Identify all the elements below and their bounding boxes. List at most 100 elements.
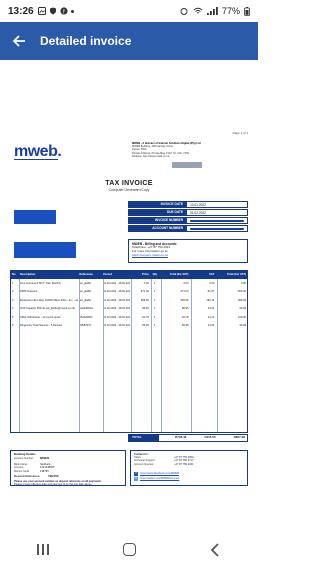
cell-totv: 99.99: [239, 324, 247, 328]
table-row: 1 Free Instrument 50 P. Trial. Monthly a/c…: [11, 279, 247, 288]
recents-icon: [37, 544, 49, 555]
banking-row: Branch Code 198765: [14, 470, 122, 473]
cell-tot: 94.78: [182, 315, 189, 319]
recents-button[interactable]: [23, 535, 63, 565]
cell-desc: Office Wifi Router - 12 month quote: [19, 315, 61, 319]
cell-vat: 13.04: [207, 324, 215, 328]
facebook-icon: f: [59, 7, 68, 15]
wifi-icon: [193, 7, 203, 14]
contact-row: Account Queries: +27 87 750 2021: [134, 463, 244, 466]
battery-icon: [244, 6, 250, 16]
cell-desc: Free Instrument 50 P. Trial. Monthly: [19, 281, 61, 285]
table-row: 2 DWIF Discount a/c_jkaffer 01.02.2022 - 28…: [11, 288, 247, 297]
cell-ref: ao5dd094w: [79, 307, 93, 311]
info-label: INVOICE DATE: [128, 201, 186, 208]
cell-no: 3: [12, 298, 14, 302]
total-vat: R115.50: [204, 435, 216, 440]
total-row: TOTAL R703.48 R115.50 R807.98: [128, 434, 248, 442]
cell-per: 01.02.2022 - 28.02.2022: [103, 324, 130, 328]
arrow-left-icon: [12, 35, 25, 47]
more-notifications-dot: [70, 9, 74, 13]
battery-percent: 77%: [221, 6, 240, 16]
column-header: Reference: [79, 273, 93, 277]
info-row-invoice-number: INVOICE NUMBER: [128, 217, 248, 224]
page-title: Detailed invoice: [40, 34, 132, 48]
total-label: TOTAL: [129, 435, 159, 441]
cell-totv: 99.99: [239, 307, 247, 311]
alarm-icon: [180, 8, 188, 15]
cell-ref: a/c_jkaffer: [79, 281, 92, 285]
cell-per: 01.02.2022 - 28.02.2022: [103, 307, 130, 311]
status-bar: 13:26 f 77%: [0, 0, 258, 22]
shield-icon: [49, 7, 56, 15]
table-row: 5 Office Wifi Router - 12 month quote 0510…: [11, 313, 247, 322]
twitter-link[interactable]: https://twitter.com/MWEB/Connect: [140, 477, 179, 480]
back-button[interactable]: [8, 30, 30, 52]
table-row: 4 VoIP Capacity 500mb (ad_jkaffer@mweb.co…: [11, 305, 247, 314]
banking-key: Branch Code: [14, 469, 30, 473]
redacted-customer-address: [14, 242, 76, 258]
cell-no: 4: [12, 307, 14, 311]
cell-desc: DWIF Discount: [19, 290, 38, 294]
billing-box: MWEB - Billing and Accounts Telephone: +…: [128, 239, 248, 263]
deposit-label: Deposit Reference:: [14, 473, 41, 478]
cell-price: -471.00: [140, 290, 149, 294]
company-line: Website: http://www.mweb.co.za: [132, 154, 170, 158]
logo-underline: [14, 159, 58, 160]
banking-key: Account Number: [14, 456, 34, 460]
invoice-page: Page 1 of 1 mweb. MWEB - A division of I…: [10, 131, 248, 487]
company-details: MWEB - A division of Internet Solutions …: [132, 142, 248, 158]
cell-qty: 1: [154, 298, 156, 302]
invoice-items-table: No Description Reference Period Price Qt…: [10, 270, 248, 433]
cell-tot: 0.00: [183, 281, 189, 285]
info-label: DUE DATE: [128, 209, 186, 216]
deposit-value: VB2160: [48, 473, 59, 478]
cell-desc: VoIP Capacity 500mb (ad_jkaffer@mweb.co.…: [19, 307, 76, 311]
cell-desc: Enterprise Fibre Ray, 100/40 Mbps Fibre …: [19, 298, 79, 302]
column-header: Period: [103, 273, 112, 277]
redacted-block: [172, 162, 202, 168]
info-row-due-date: DUE DATE 01.02.2022: [128, 209, 248, 216]
facebook-link[interactable]: https://www.facebook.com/MWEB: [140, 472, 179, 475]
status-right: 77%: [179, 6, 250, 16]
cell-qty: 1: [154, 324, 156, 328]
back-chevron-icon: [210, 542, 219, 557]
invoice-document-viewer[interactable]: Page 1 of 1 mweb. MWEB - A division of I…: [0, 60, 258, 530]
banking-value: MWEB: [40, 455, 50, 460]
cell-per: 01.02.2022 - 28.02.2022: [103, 315, 130, 319]
info-label: INVOICE NUMBER: [128, 217, 186, 224]
signal-icon: [206, 7, 218, 15]
banking-heading: Banking Details: [14, 452, 36, 456]
redaction-bar: [190, 220, 244, 222]
table-row: 3 Enterprise Fibre Ray, 100/40 Mbps Fibre…: [11, 296, 247, 305]
column-header: No: [12, 273, 16, 277]
cell-totv: 109.00: [238, 315, 247, 319]
column-header: Total (Ex-VAT): [169, 273, 189, 277]
total-inc-vat: R807.98: [233, 435, 245, 440]
cell-ref: 00587976: [79, 324, 91, 328]
notification-icons: f: [37, 7, 74, 15]
info-row-account-number: ACCOUNT NUMBER: [128, 225, 248, 232]
system-back-button[interactable]: [195, 535, 235, 565]
redaction-bar: [190, 228, 244, 230]
cell-price: 869.56: [140, 298, 149, 302]
cell-no: 5: [12, 315, 14, 319]
social-link-row: t https://twitter.com/MWEB/Connect: [134, 476, 244, 481]
info-label: ACCOUNT NUMBER: [128, 225, 186, 232]
column-header: Total (Inc VAT): [226, 273, 247, 277]
cell-per: 01.02.2022 - 28.02.2022: [103, 290, 130, 294]
billing-support-link[interactable]: https://support.mweb.co.za: [132, 253, 168, 257]
cell-desc: Ringcentry Total Security - 5 Devices: [19, 324, 63, 328]
cell-totv: 0.00: [240, 281, 247, 285]
banking-details-box: Banking Details Account Number MWEB Bank …: [10, 450, 126, 486]
table-row: 6 Ringcentry Total Security - 5 Devices 00…: [11, 322, 247, 331]
cell-qty: 1: [154, 290, 156, 294]
cell-price: 0.00: [143, 281, 149, 285]
cell-vat: 14.22: [207, 315, 215, 319]
twitter-icon: t: [134, 476, 138, 481]
column-header: Description: [19, 273, 36, 277]
cell-per: 01.02.2022 - 28.02.2022: [103, 298, 130, 302]
banking-value: 198765: [40, 469, 49, 473]
home-button[interactable]: [109, 535, 149, 565]
cell-vat: -61.87: [206, 290, 215, 294]
